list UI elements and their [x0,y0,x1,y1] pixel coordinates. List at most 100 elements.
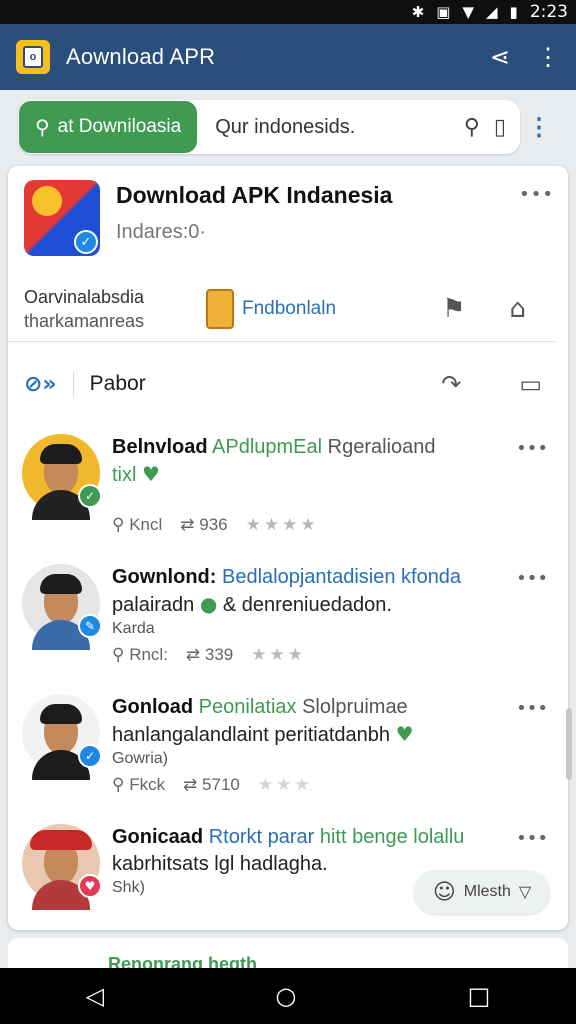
home-icon[interactable]: ○ [275,982,296,1010]
share-stat[interactable]: ⇄ 339 [186,645,233,665]
comment-icon[interactable]: ▭ [519,370,542,398]
search-row: ⚲ at Downiloasia Qur indonesids. ⚲ ▯ ⋮ [0,90,576,164]
check-icon: ● [199,592,218,616]
forward-icon[interactable]: ↷ [441,370,461,398]
share-stat[interactable]: ⇄ 936 [180,515,227,535]
heart-icon: ♥ [395,722,414,746]
header-title: Download APK Indanesia [116,182,393,208]
magnifier-icon[interactable]: ⚲ [464,115,480,140]
navigation-bar: ◁ ○ □ [0,968,576,1024]
post-more-icon[interactable]: ••• [516,568,548,589]
smile-icon: ☺ [432,879,456,905]
avatar[interactable]: ✎ [22,564,102,650]
bluetooth-icon: ✱ [411,3,425,21]
post-tag[interactable]: Rtorkt parar [209,826,315,848]
like-stat[interactable]: ⚲ Kncl [112,515,162,535]
post-line: tixl [112,464,137,486]
bell-icon[interactable]: ⌂ [509,294,526,324]
app-logo-icon: o [16,40,50,74]
clipboard-icon[interactable]: ▯ [494,115,506,140]
avatar[interactable]: ✓ [22,434,102,520]
like-count: Kncl [129,515,163,534]
verified-badge-icon: ✎ [78,614,102,638]
action-row: ⊘» Pabor ↷ ▭ [8,346,568,422]
overflow-menu-icon[interactable]: ⋮ [536,43,560,72]
app-header: ✓ Download APK Indanesia Indares:0· ••• [8,166,568,276]
meta-row: Oarvinalabsdia tharkamanreas Fndbonlaln … [8,276,556,342]
avatar[interactable]: ♥ [22,824,102,910]
meta-line-1: Oarvinalabsdia [24,286,145,307]
post-text: hitt benge lolallu [319,826,465,848]
verified-badge-icon: ✓ [78,744,102,768]
fab-label: Mlesth [463,883,511,900]
share-count: 339 [204,645,234,664]
share-count: 5710 [202,775,240,794]
verified-check-icon: ✓ [74,230,98,254]
post-text: Rgeralioand [327,436,436,458]
post-list: ✓ Belnvload APdlupmEal Rgeralioand tixl … [8,422,568,930]
post-more-icon[interactable]: ••• [516,438,548,459]
flag-icon[interactable]: ⚑ [442,294,465,324]
post-line: hanlangalandlaint peritiatdanbh [112,724,391,746]
search-icon: ⚲ [35,115,50,139]
list-item[interactable]: ✓ Belnvload APdlupmEal Rgeralioand tixl … [22,422,568,552]
post-tag[interactable]: Peonilatiax [199,696,297,718]
search-button-label: at Downiloasia [57,116,182,137]
status-bar: ✱ ▣ ▼ ◢ ▮ 2:23 [0,0,576,24]
feed-card: ✓ Download APK Indanesia Indares:0· ••• … [8,166,568,930]
post-more-icon[interactable]: ••• [516,828,548,849]
app-title: Aownload APR [66,44,216,69]
post-sub: Gowria) [112,750,169,767]
scrollbar[interactable] [566,708,572,780]
share-stat[interactable]: ⇄ 5710 [183,775,240,795]
wifi-icon: ▼ [462,3,474,21]
post-line: palairadn [112,594,195,616]
like-stat[interactable]: ⚲ Rncl: [112,645,168,665]
action-label[interactable]: Pabor [74,372,442,396]
search-more-icon[interactable]: ⋮ [520,113,558,142]
meta-link[interactable]: Fndbonlaln [242,298,336,320]
avatar[interactable]: ✓ [22,694,102,780]
status-time: 2:23 [529,2,568,22]
verified-badge-icon: ♥ [78,874,102,898]
share-count: 936 [199,515,228,534]
share-icon[interactable]: ⋖ [490,43,510,72]
app-bar: o Aownload APR ⋖ ⋮ [0,24,576,90]
send-icon: ▽ [518,884,532,901]
search-button[interactable]: ⚲ at Downiloasia [19,101,198,153]
search-input[interactable]: Qur indonesids. [197,116,464,139]
list-item[interactable]: ✎ Gownlond: Bedlalopjantadisien kfonda p… [22,552,568,682]
message-fab[interactable]: ☺ Mlesth ▽ [414,870,550,914]
post-tag[interactable]: Bedlalopjantadisien kfonda [222,566,461,588]
rating-stars: ★★★ [257,775,313,795]
language-icon[interactable]: ⊘» [24,371,74,397]
heart-icon: ♥ [142,462,160,486]
post-author[interactable]: Gonicaad [112,826,203,848]
calendar-icon [206,288,234,329]
nfc-icon: ▣ [436,3,451,21]
post-sub: Karda [112,620,155,637]
post-line-b: & denreniuedadon. [222,594,392,616]
signal-icon: ◢ [486,3,498,21]
post-text: Slolpruimae [302,696,408,718]
list-item[interactable]: ✓ Gonload Peonilatiax Slolpruimae hanlan… [22,682,568,812]
rating-stars: ★★★ [251,645,306,665]
rating-stars: ★★★★ [245,515,319,535]
like-stat[interactable]: ⚲ Fkck [112,775,165,795]
post-author[interactable]: Gonload [112,696,193,718]
recents-icon[interactable]: □ [468,982,491,1010]
post-tag[interactable]: APdlupmEal [212,436,322,458]
meta-line-2: tharkamanreas [24,310,145,331]
like-count: Fkck [129,775,166,794]
search-bar: ⚲ at Downiloasia Qur indonesids. ⚲ ▯ [18,100,520,154]
header-more-icon[interactable]: ••• [519,184,554,205]
header-subtitle: Indares:0· [116,221,207,243]
back-icon[interactable]: ◁ [86,982,104,1010]
post-author[interactable]: Gownlond: [112,566,216,588]
like-count: Rncl: [129,645,168,664]
verified-badge-icon: ✓ [78,484,102,508]
post-more-icon[interactable]: ••• [516,698,548,719]
battery-icon: ▮ [509,3,518,21]
post-author[interactable]: Belnvload [112,436,208,458]
app-flag-logo: ✓ [24,180,100,256]
